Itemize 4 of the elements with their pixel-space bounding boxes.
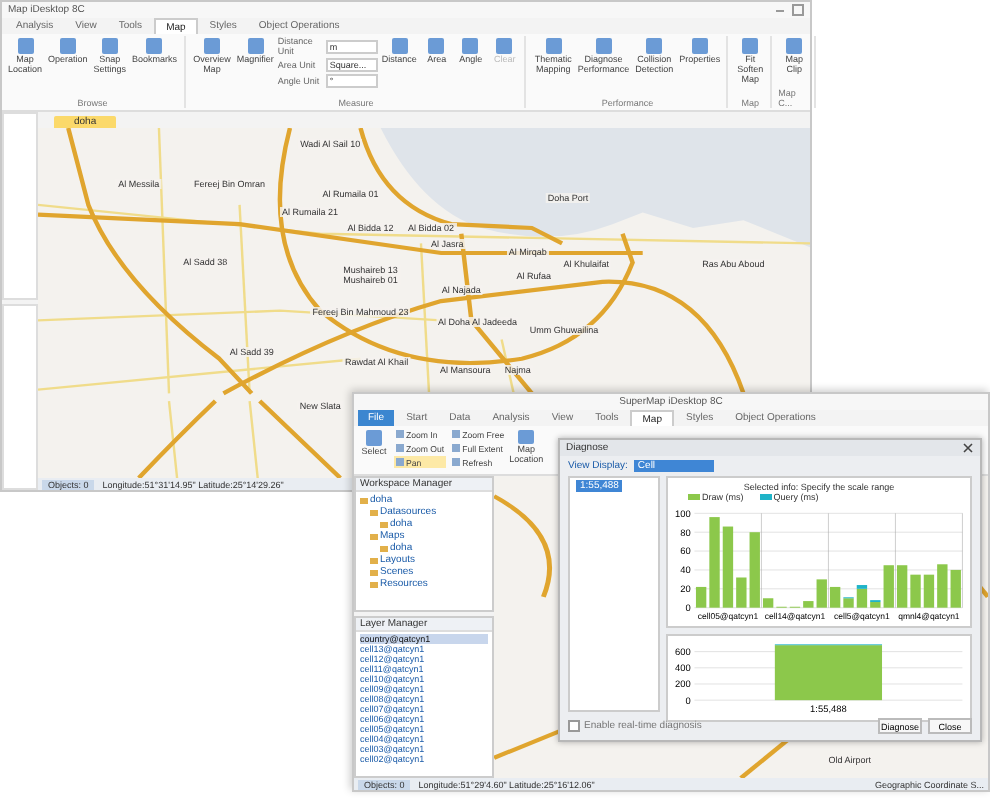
checkbox[interactable] xyxy=(568,720,580,732)
close-icon[interactable] xyxy=(962,442,974,454)
maximize-icon[interactable] xyxy=(792,4,804,16)
minimize-icon[interactable] xyxy=(776,9,784,11)
